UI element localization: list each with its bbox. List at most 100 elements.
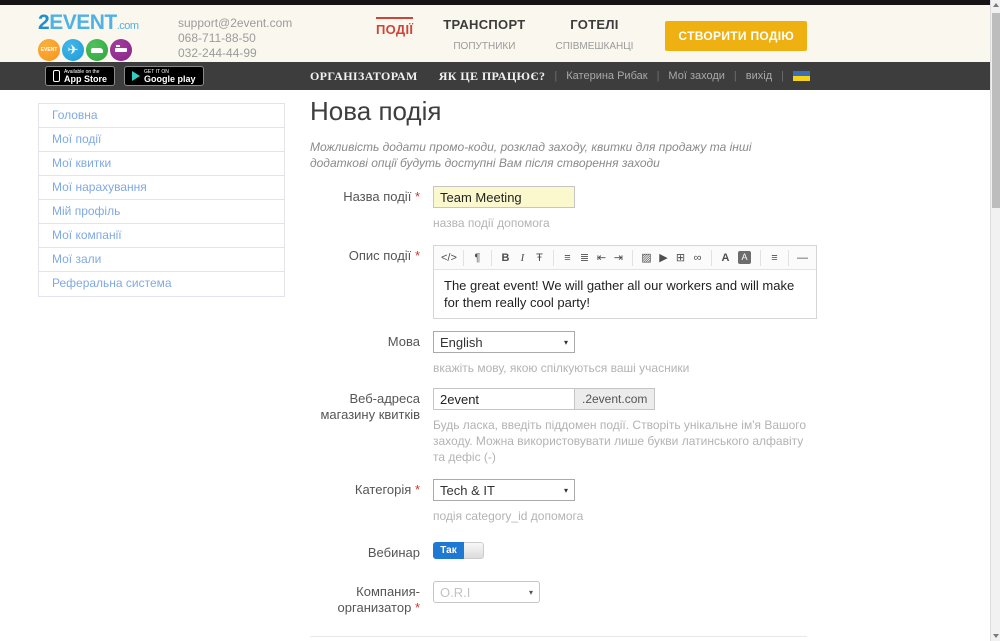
- insert-image-icon[interactable]: ▨: [638, 251, 655, 264]
- form-intro-note: Можливість додати промо-коди, розклад за…: [310, 139, 807, 171]
- create-event-button[interactable]: СТВОРИТИ ПОДІЮ: [665, 21, 807, 51]
- subdomain-input[interactable]: [433, 388, 575, 410]
- ukraine-flag-icon[interactable]: [793, 71, 810, 81]
- insert-video-icon[interactable]: ▶: [655, 251, 672, 264]
- chevron-down-icon: ▾: [564, 486, 568, 495]
- subdomain-input-group: .2event.com: [433, 388, 807, 410]
- nav-transport-sublabel[interactable]: ПОПУТНИКИ: [443, 41, 525, 52]
- nav-hotels-sublabel[interactable]: СПІВМЕШКАНЦІ: [556, 41, 634, 52]
- nav-hotels[interactable]: ГОТЕЛІ СПІВМЕШКАНЦІ: [556, 17, 634, 52]
- nav-events-label[interactable]: ПОДІЇ: [376, 17, 413, 37]
- user-name-link[interactable]: Катерина Рибак: [566, 70, 647, 82]
- logo[interactable]: 2EVENT.com EVENT ✈: [38, 12, 156, 61]
- vertical-scrollbar[interactable]: [990, 0, 1000, 641]
- bed-icon: [110, 39, 132, 61]
- highlight-color-icon[interactable]: A: [738, 251, 751, 264]
- page: 2EVENT.com EVENT ✈ support@2event.com 06…: [0, 0, 1000, 641]
- support-email[interactable]: support@2event.com: [178, 16, 292, 31]
- sidebar-item-my-earnings[interactable]: Мої нарахування: [39, 176, 284, 200]
- link-how-it-works[interactable]: ЯК ЦЕ ПРАЦЮЄ?: [439, 69, 546, 84]
- outdent-icon[interactable]: ⇤: [593, 251, 610, 264]
- insert-link-icon[interactable]: ∞: [689, 252, 706, 264]
- language-select-value: English: [440, 335, 483, 350]
- toolbar-separator: [788, 250, 789, 266]
- required-mark: *: [415, 248, 420, 263]
- form-row-company: Компания-организатор * O.R.I ▾: [310, 581, 807, 616]
- webinar-toggle-off-side[interactable]: [464, 542, 484, 559]
- form-row-subdomain: Веб-адреса магазину квитків .2event.com …: [310, 388, 807, 465]
- name-help-text: назва події допомога: [433, 215, 807, 231]
- account-links: ОРГАНІЗАТОРАМ ЯК ЦЕ ПРАЦЮЄ? | Катерина Р…: [310, 69, 810, 84]
- unordered-list-icon[interactable]: ≡: [559, 252, 576, 264]
- form-row-webinar: Вебинар Так: [310, 542, 807, 561]
- horizontal-rule-icon[interactable]: —: [794, 252, 811, 264]
- logout-link[interactable]: вихід: [746, 70, 772, 82]
- align-icon[interactable]: ≡: [766, 252, 783, 264]
- scrollbar-thumb[interactable]: [992, 13, 1000, 208]
- logo-service-icons: EVENT ✈: [38, 39, 156, 61]
- italic-icon[interactable]: I: [514, 252, 531, 264]
- webinar-toggle-on-label[interactable]: Так: [433, 542, 464, 559]
- section-divider: [310, 636, 807, 637]
- indent-icon[interactable]: ⇥: [610, 251, 627, 264]
- paragraph-format-icon[interactable]: ¶: [469, 252, 486, 264]
- category-help-text: подія category_id допомога: [433, 508, 807, 524]
- form-row-description: Опис події * </> ¶ B I Ŧ ≡ ≣ ⇤: [310, 245, 807, 319]
- required-mark: *: [415, 600, 420, 615]
- category-select-value: Tech & IT: [440, 483, 495, 498]
- scrollbar-down-arrow-icon[interactable]: [993, 634, 999, 638]
- nav-events[interactable]: ПОДІЇ: [376, 17, 413, 52]
- phone-number-1: 068-711-88-50: [178, 31, 292, 46]
- ordered-list-icon[interactable]: ≣: [576, 251, 593, 264]
- language-label: Мова: [310, 331, 420, 376]
- company-select[interactable]: O.R.I ▾: [433, 581, 540, 603]
- logo-part-event: EVENT: [49, 11, 117, 34]
- phone-number-2: 032-244-44-99: [178, 46, 292, 61]
- sidebar-item-my-companies[interactable]: Мої компанії: [39, 224, 284, 248]
- form-row-language: Мова English ▾ вкажіть мову, якою спілку…: [310, 331, 807, 376]
- header: 2EVENT.com EVENT ✈ support@2event.com 06…: [0, 5, 1000, 62]
- description-label: Опис події *: [310, 245, 420, 319]
- appstore-badge[interactable]: Available on theApp Store: [45, 66, 115, 86]
- new-event-form: Нова подія Можливість додати промо-коди,…: [310, 96, 807, 641]
- sidebar-item-my-halls[interactable]: Мої зали: [39, 248, 284, 272]
- sidebar-item-my-tickets[interactable]: Мої квитки: [39, 152, 284, 176]
- link-organizers[interactable]: ОРГАНІЗАТОРАМ: [310, 69, 418, 84]
- required-mark: *: [415, 482, 420, 497]
- font-color-icon[interactable]: A: [717, 252, 734, 264]
- event-name-input[interactable]: [433, 186, 575, 208]
- logo-text: 2EVENT.com: [38, 12, 156, 37]
- sidebar-item-my-events[interactable]: Мої події: [39, 128, 284, 152]
- toolbar-separator: [491, 250, 492, 266]
- subdomain-label: Веб-адреса магазину квитків: [310, 388, 420, 465]
- strikethrough-icon[interactable]: Ŧ: [531, 252, 548, 264]
- nav-transport-label[interactable]: ТРАНСПОРТ: [443, 17, 525, 32]
- bold-icon[interactable]: B: [497, 252, 514, 264]
- chevron-down-icon: ▾: [564, 338, 568, 347]
- sidebar-item-my-profile[interactable]: Мій профіль: [39, 200, 284, 224]
- apple-phone-icon: [53, 70, 60, 82]
- webinar-toggle[interactable]: Так: [433, 542, 484, 559]
- required-mark: *: [415, 189, 420, 204]
- sidebar-item-home[interactable]: Головна: [39, 104, 284, 128]
- nav-transport[interactable]: ТРАНСПОРТ ПОПУТНИКИ: [443, 17, 525, 52]
- event-service-icon: EVENT: [38, 39, 60, 61]
- event-description-editor[interactable]: The great event! We will gather all our …: [434, 270, 816, 318]
- toolbar-separator: [463, 250, 464, 266]
- nav-hotels-label[interactable]: ГОТЕЛІ: [556, 17, 634, 32]
- googleplay-badge[interactable]: GET IT ONGoogle play: [124, 66, 204, 86]
- scrollbar-up-arrow-icon[interactable]: [993, 3, 999, 7]
- insert-table-icon[interactable]: ⊞: [672, 251, 689, 264]
- language-select[interactable]: English ▾: [433, 331, 575, 353]
- logo-part-2: 2: [38, 11, 49, 34]
- chevron-down-icon: ▾: [529, 588, 533, 597]
- category-select[interactable]: Tech & IT ▾: [433, 479, 575, 501]
- toolbar-separator: [553, 250, 554, 266]
- code-view-icon[interactable]: </>: [439, 252, 458, 264]
- main-nav: ПОДІЇ ТРАНСПОРТ ПОПУТНИКИ ГОТЕЛІ СПІВМЕШ…: [376, 12, 633, 52]
- car-icon: [86, 39, 108, 61]
- company-select-value: O.R.I: [440, 585, 470, 600]
- sidebar-item-referral-system[interactable]: Реферальна система: [39, 272, 284, 296]
- my-events-link[interactable]: Мої заходи: [668, 70, 725, 82]
- secondary-bar: Available on theApp Store GET IT ONGoogl…: [0, 62, 1000, 90]
